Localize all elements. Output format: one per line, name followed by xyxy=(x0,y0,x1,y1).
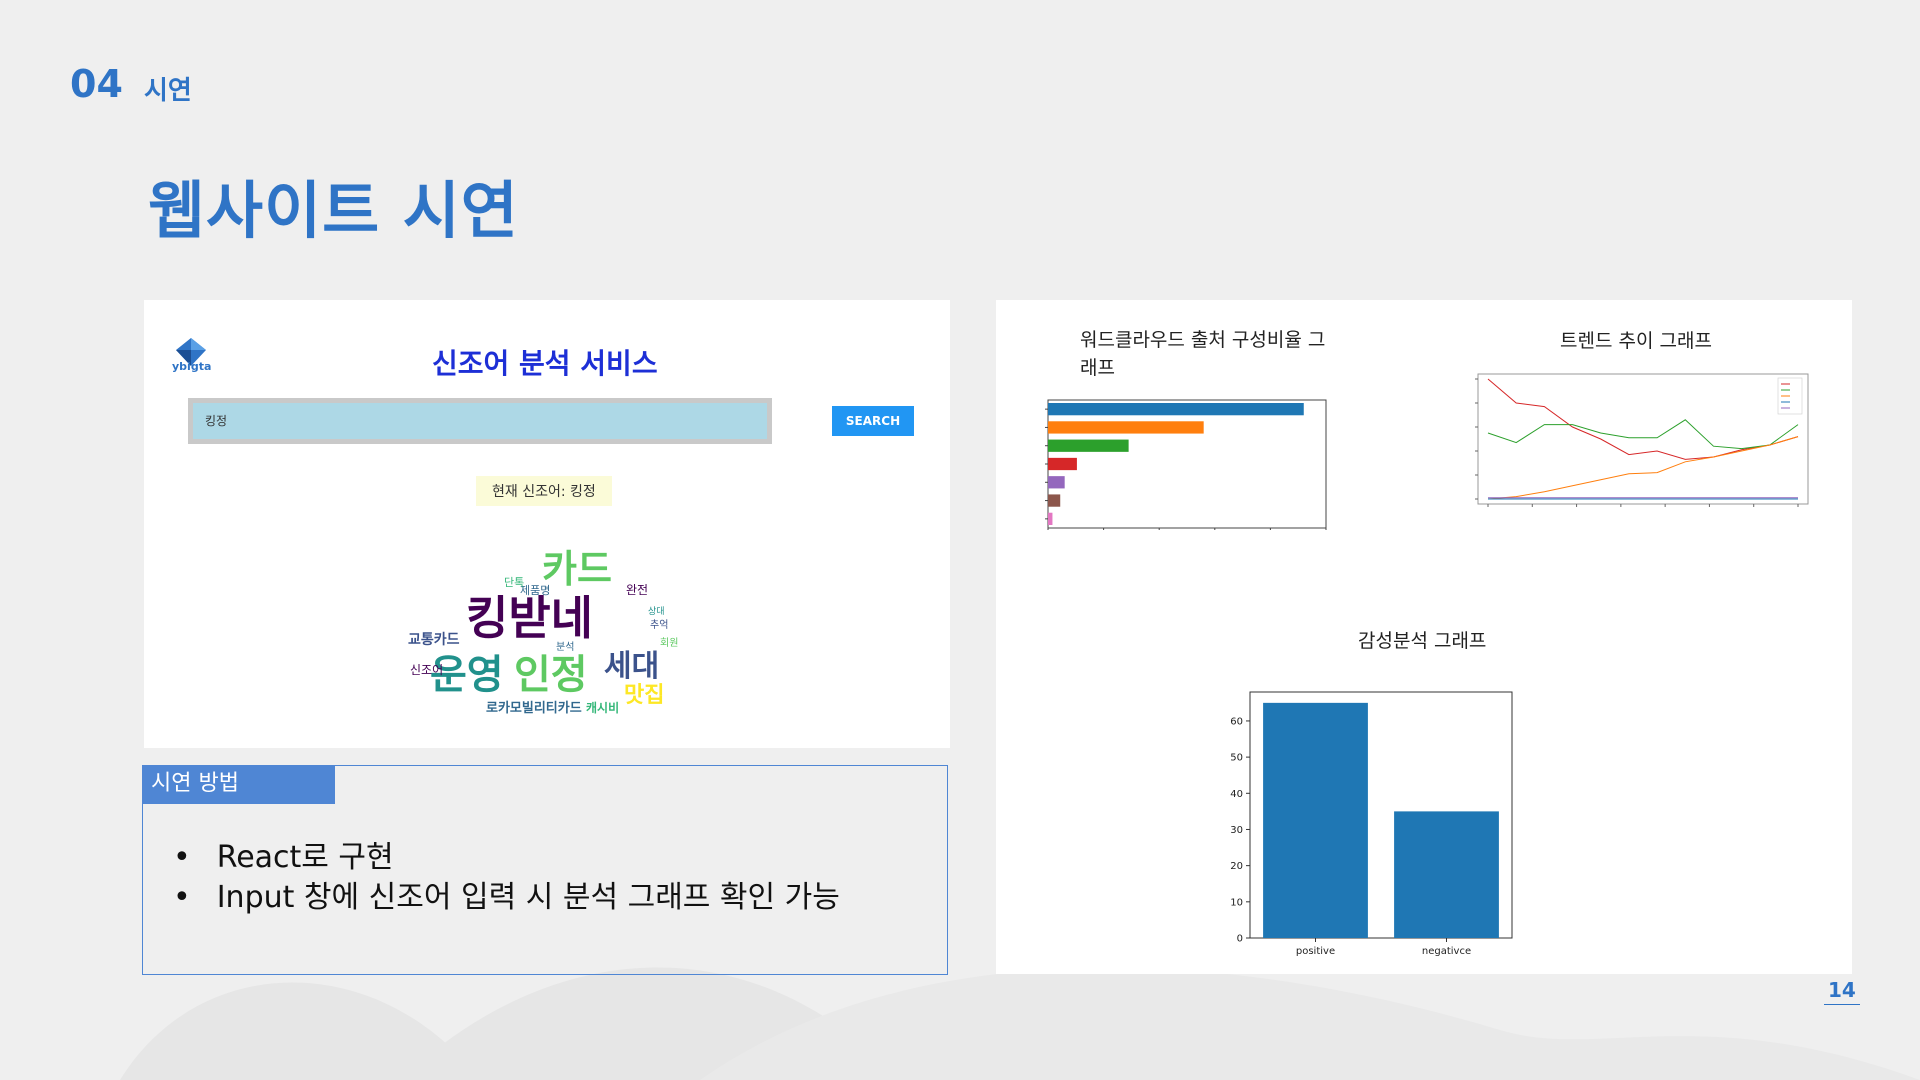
bar xyxy=(1048,403,1304,416)
search-box: 킹정 xyxy=(188,398,772,444)
wordcloud-word: 단톡 xyxy=(504,576,524,589)
wordcloud-word: 분석 xyxy=(556,641,574,653)
demo-site-panel: ybigta 신조어 분석 서비스 킹정 SEARCH 현재 신조어: 킹정 카… xyxy=(144,300,950,748)
series-line xyxy=(1487,436,1799,500)
section-label: 시연 xyxy=(144,76,192,106)
bar xyxy=(1048,457,1077,471)
how-to-box: 시연 방법 React로 구현 Input 창에 신조어 입력 시 분석 그래프… xyxy=(142,765,948,975)
wordcloud: 카드 킹받네 운영 인정 세대 맛집 교통카드 로카모빌리티카드 캐시비 제품명… xyxy=(408,547,699,718)
wordcloud-word: 세대 xyxy=(604,649,659,684)
bar xyxy=(1048,476,1065,489)
how-to-list: React로 구현 Input 창에 신조어 입력 시 분석 그래프 확인 가능 xyxy=(173,838,840,918)
y-tick-label: 0 xyxy=(1237,934,1243,945)
sentiment-chart: 0 10 20 30 40 50 60 positive negativce xyxy=(1230,691,1513,957)
section-number: 04 xyxy=(70,62,123,106)
y-tick-label: 10 xyxy=(1230,897,1243,908)
page-number: 14 xyxy=(1824,978,1860,1005)
wordcloud-source-chart-title: 워드클라우드 출처 구성비율 그 래프 xyxy=(1080,326,1350,382)
search-button[interactable]: SEARCH xyxy=(832,406,914,436)
plot-frame xyxy=(1047,399,1327,529)
sentiment-chart-title: 감성분석 그래프 xyxy=(1358,630,1487,652)
y-tick-label: 20 xyxy=(1230,861,1243,872)
wordcloud-word: 상대 xyxy=(648,606,665,617)
how-to-tab: 시연 방법 xyxy=(143,766,335,804)
charts-panel: 워드클라우드 출처 구성비율 그 래프 트렌드 추이 그래프 감성분석 그래프 … xyxy=(996,300,1852,974)
bar xyxy=(1048,421,1204,434)
y-tick-label: 30 xyxy=(1230,825,1243,836)
wordcloud-word: 캐시비 xyxy=(586,700,619,715)
how-to-item: Input 창에 신조어 입력 시 분석 그래프 확인 가능 xyxy=(173,878,840,918)
bar xyxy=(1048,512,1053,525)
series-line xyxy=(1487,419,1799,450)
wordcloud-word: 로카모빌리티카드 xyxy=(486,700,582,716)
logo-text: ybigta xyxy=(172,360,212,373)
source-ratio-chart xyxy=(1045,399,1327,530)
bar xyxy=(1263,702,1368,938)
y-tick-label: 40 xyxy=(1230,789,1243,800)
wordcloud-word: 신조어 xyxy=(410,663,443,677)
wordcloud-word: 회원 xyxy=(660,637,678,649)
trend-chart-title: 트렌드 추이 그래프 xyxy=(1560,330,1712,352)
x-tick-label: negativce xyxy=(1422,946,1471,957)
trend-chart xyxy=(1475,373,1809,507)
current-word-label: 현재 신조어: 킹정 xyxy=(476,476,612,506)
x-tick-label: positive xyxy=(1296,946,1335,957)
wordcloud-word: 추억 xyxy=(650,619,668,631)
bar xyxy=(1048,494,1061,507)
wordcloud-source-title-line2: 래프 xyxy=(1080,357,1115,379)
wordcloud-word: 교통카드 xyxy=(408,632,460,648)
bar xyxy=(1394,811,1499,938)
wordcloud-word: 제품명 xyxy=(520,584,550,597)
wordcloud-word: 완전 xyxy=(626,583,648,597)
wordcloud-word: 인정 xyxy=(514,652,588,698)
wordcloud-word: 킹받네 xyxy=(466,591,593,645)
service-title: 신조어 분석 서비스 xyxy=(432,347,658,380)
y-tick-label: 50 xyxy=(1230,753,1243,764)
search-input[interactable]: 킹정 xyxy=(193,403,767,439)
wordcloud-word: 카드 xyxy=(542,547,612,591)
wordcloud-source-title-line1: 워드클라우드 출처 구성비율 그 xyxy=(1080,329,1326,351)
bar xyxy=(1048,439,1129,452)
plot-frame xyxy=(1477,373,1809,505)
wordcloud-word: 맛집 xyxy=(624,683,664,708)
y-tick-label: 60 xyxy=(1230,716,1243,727)
page-title: 웹사이트 시연 xyxy=(148,174,519,247)
how-to-item: React로 구현 xyxy=(173,838,840,878)
